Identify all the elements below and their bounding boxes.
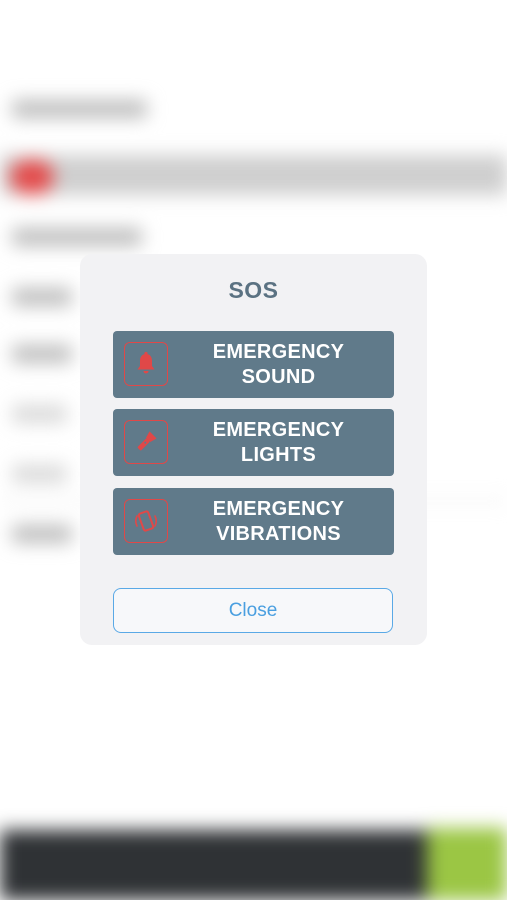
option-line2: LIGHTS xyxy=(240,443,317,466)
background-row xyxy=(12,100,147,118)
vibrating-phone-icon xyxy=(124,499,168,543)
background-row xyxy=(12,405,67,423)
background-row xyxy=(12,228,142,246)
background-row xyxy=(12,465,67,483)
option-line1: EMERGENCY xyxy=(212,340,345,363)
close-button[interactable]: Close xyxy=(113,588,393,633)
flashlight-icon xyxy=(124,420,168,464)
option-line1: EMERGENCY xyxy=(212,418,345,441)
option-line2: SOUND xyxy=(241,365,316,388)
background-green-button xyxy=(427,828,507,900)
background-highlight-bar xyxy=(0,155,507,195)
background-red-badge xyxy=(10,160,54,194)
background-row xyxy=(12,525,72,543)
emergency-sound-button[interactable]: EMERGENCY SOUND xyxy=(113,331,394,398)
bell-icon xyxy=(124,342,168,386)
emergency-vibrations-label: EMERGENCY VIBRATIONS xyxy=(177,488,380,555)
emergency-lights-button[interactable]: EMERGENCY LIGHTS xyxy=(113,409,394,476)
emergency-lights-label: EMERGENCY LIGHTS xyxy=(177,409,380,476)
emergency-vibrations-button[interactable]: EMERGENCY VIBRATIONS xyxy=(113,488,394,555)
option-line1: EMERGENCY xyxy=(212,497,345,520)
emergency-sound-label: EMERGENCY SOUND xyxy=(177,331,380,398)
option-line2: VIBRATIONS xyxy=(216,522,341,545)
background-row xyxy=(12,345,72,363)
dialog-title: SOS xyxy=(228,277,279,303)
